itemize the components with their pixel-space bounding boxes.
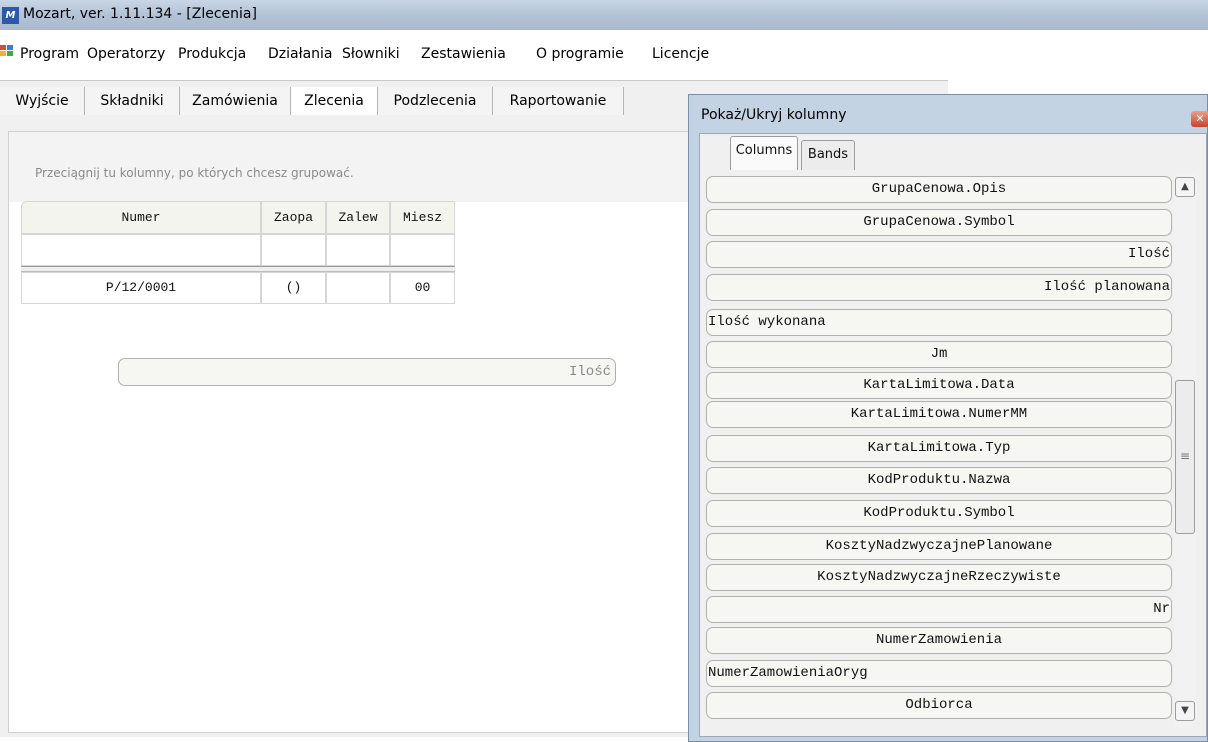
dragged-column-header[interactable]: Ilość	[118, 358, 616, 386]
menu-operatorzy[interactable]: Operatorzy	[87, 46, 165, 62]
menu-dzialania[interactable]: Działania	[268, 46, 333, 62]
column-item[interactable]: KosztyNadzwyczajneRzeczywiste	[706, 564, 1172, 591]
table-row-cell-numer[interactable]: P/12/0001	[21, 272, 261, 304]
menu-zestawienia[interactable]: Zestawienia	[421, 46, 506, 62]
column-header-zalew[interactable]: Zalew	[326, 201, 390, 234]
column-header-zaopa[interactable]: Zaopa	[261, 201, 326, 234]
menu-o-programie[interactable]: O programie	[536, 46, 624, 62]
column-item[interactable]: KodProduktu.Nazwa	[706, 467, 1172, 494]
table-row-cell-miesz[interactable]: 00	[390, 272, 455, 304]
column-item[interactable]: Nr	[706, 596, 1172, 623]
close-icon[interactable]: ✕	[1191, 111, 1208, 127]
menu-slowniki[interactable]: Słowniki	[342, 46, 400, 62]
tab-raportowanie[interactable]: Raportowanie	[493, 87, 624, 115]
columns-scrollbar[interactable]: ▲ ≡ ▼	[1174, 174, 1196, 726]
column-item[interactable]: Ilość planowana	[706, 274, 1172, 301]
table-row-cell-zaopa[interactable]: ()	[261, 272, 326, 304]
column-item[interactable]: GrupaCenowa.Opis	[706, 176, 1172, 203]
column-item[interactable]: KosztyNadzwyczajnePlanowane	[706, 533, 1172, 560]
filter-cell-zaopa[interactable]	[261, 234, 326, 266]
program-menu-icon[interactable]	[0, 44, 14, 58]
menu-program[interactable]: Program	[20, 46, 79, 62]
scroll-up-icon[interactable]: ▲	[1175, 177, 1195, 197]
column-item[interactable]: Jm	[706, 341, 1172, 368]
tab-bands[interactable]: Bands	[801, 140, 855, 170]
tab-zlecenia[interactable]: Zlecenia	[291, 87, 378, 115]
group-by-hint: Przeciągnij tu kolumny, po których chces…	[35, 166, 354, 180]
column-header-miesz[interactable]: Miesz	[390, 201, 455, 234]
menu-bar: Program Operatorzy Produkcja Działania S…	[0, 30, 1208, 80]
tab-wyjscie[interactable]: Wyjście	[0, 87, 85, 115]
column-item[interactable]: Ilość	[706, 241, 1172, 268]
column-item[interactable]: NumerZamowienia	[706, 627, 1172, 654]
column-item[interactable]: GrupaCenowa.Symbol	[706, 209, 1172, 236]
column-item[interactable]: NumerZamowieniaOryg	[706, 660, 1172, 687]
column-item[interactable]: KodProduktu.Symbol	[706, 500, 1172, 527]
app-logo-icon: M	[2, 7, 19, 24]
menu-licencje[interactable]: Licencje	[652, 46, 709, 62]
scroll-down-icon[interactable]: ▼	[1175, 701, 1195, 721]
column-item[interactable]: KartaLimitowa.NumerMM	[706, 401, 1172, 428]
tab-skladniki[interactable]: Składniki	[85, 87, 180, 115]
title-bar: M Mozart, ver. 1.11.134 - [Zlecenia]	[0, 0, 1208, 30]
column-item[interactable]: Odbiorca	[706, 692, 1172, 719]
table-row-cell-zalew[interactable]	[326, 272, 390, 304]
column-header-numer[interactable]: Numer	[21, 201, 261, 234]
filter-cell-numer[interactable]	[21, 234, 261, 266]
tab-zamowienia[interactable]: Zamówienia	[180, 87, 291, 115]
columns-list: GrupaCenowa.Opis GrupaCenowa.Symbol Iloś…	[706, 174, 1172, 726]
filter-cell-miesz[interactable]	[390, 234, 455, 266]
scroll-thumb[interactable]: ≡	[1175, 380, 1195, 534]
tab-podzlecenia[interactable]: Podzlecenia	[378, 87, 493, 115]
dialog-title: Pokaż/Ukryj kolumny	[701, 107, 847, 123]
filter-cell-zalew[interactable]	[326, 234, 390, 266]
menu-produkcja[interactable]: Produkcja	[178, 46, 246, 62]
column-item[interactable]: KartaLimitowa.Typ	[706, 435, 1172, 462]
tab-columns[interactable]: Columns	[730, 136, 798, 170]
column-item[interactable]: Ilość wykonana	[706, 309, 1172, 336]
window-title: Mozart, ver. 1.11.134 - [Zlecenia]	[23, 6, 257, 22]
column-item[interactable]: KartaLimitowa.Data	[706, 372, 1172, 399]
dragged-column-label: Ilość	[568, 364, 611, 380]
